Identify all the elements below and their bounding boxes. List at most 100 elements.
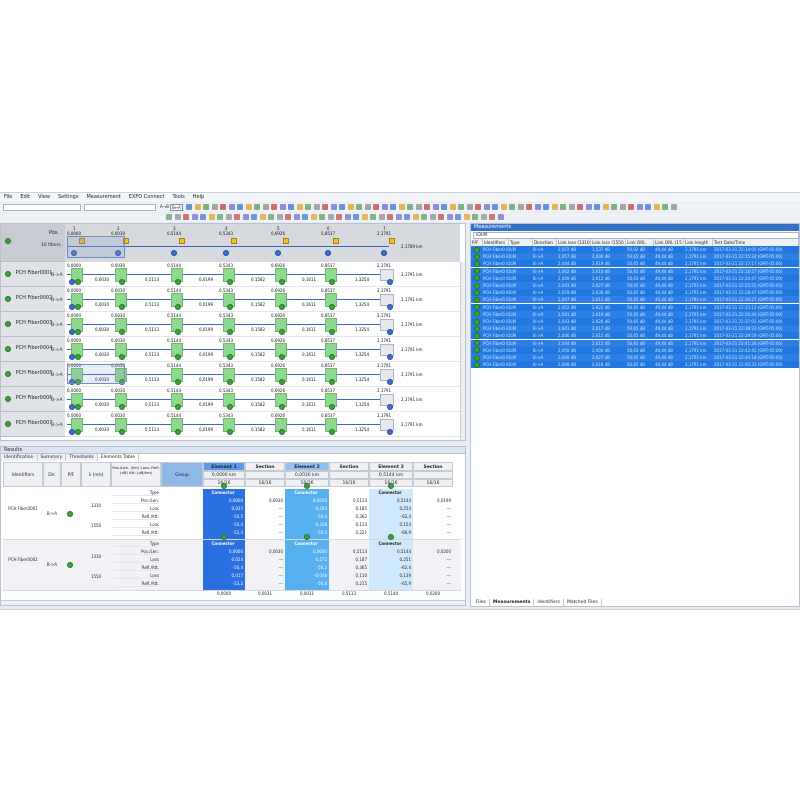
toolbar-icon[interactable] xyxy=(407,204,413,210)
toolbar-icon[interactable] xyxy=(356,204,362,210)
menu-item[interactable]: View xyxy=(34,193,54,202)
menu-item[interactable]: Tools xyxy=(168,193,188,202)
toolbar-icon[interactable] xyxy=(577,204,583,210)
toolbar-icon[interactable] xyxy=(211,204,218,210)
element-column-header[interactable]: Element 1 xyxy=(203,462,245,471)
measurements-bottom-tab[interactable]: Matched Files xyxy=(564,599,602,606)
toolbar-icon[interactable] xyxy=(628,204,634,210)
toolbar-icon[interactable] xyxy=(438,214,444,220)
toolbar-icon[interactable] xyxy=(319,214,325,220)
toolbar-icon[interactable] xyxy=(398,204,405,210)
measurement-column-header[interactable]: Type xyxy=(509,239,533,246)
measurement-column-header[interactable]: Link loss (1310 xyxy=(557,239,591,246)
toolbar-icon[interactable] xyxy=(302,214,308,220)
results-tab[interactable]: Identification xyxy=(1,454,38,461)
toolbar-icon[interactable] xyxy=(458,204,464,210)
menu-item[interactable]: Edit xyxy=(16,193,34,202)
menu-item[interactable]: Measurement xyxy=(82,193,124,202)
toolbar-icon[interactable] xyxy=(259,214,266,220)
toolbar-icon[interactable] xyxy=(415,204,422,210)
measurement-row[interactable]: PCH Fiber0 iOLM B->A 2,072 dB 1,537 dB 50,02… xyxy=(471,246,799,253)
toolbar-icon[interactable] xyxy=(611,204,617,210)
toolbar-icon[interactable] xyxy=(194,204,201,210)
toolbar-icon[interactable] xyxy=(446,214,453,220)
element-column-header[interactable]: Section xyxy=(413,462,453,471)
toolbar-icon[interactable] xyxy=(339,204,345,210)
toolbar-icon[interactable] xyxy=(310,214,317,220)
toolbar-icon[interactable] xyxy=(594,204,600,210)
measurement-row[interactable]: PCH Fiber0 iOLM B->A 2,049 dB 2,618 dB 50,65… xyxy=(471,361,799,369)
toolbar-icon[interactable] xyxy=(191,214,198,220)
toolbar-icon[interactable] xyxy=(404,214,410,220)
toolbar-icon[interactable] xyxy=(551,204,558,210)
element-column-header[interactable]: Section xyxy=(245,462,285,471)
toolbar-icon[interactable] xyxy=(602,204,609,210)
toolbar-icon[interactable] xyxy=(480,214,487,220)
combo-box-2[interactable] xyxy=(84,204,156,211)
menu-item[interactable]: File xyxy=(0,193,16,202)
toolbar-icon[interactable] xyxy=(186,204,192,210)
toolbar-icon[interactable] xyxy=(183,214,189,220)
measurement-column-header[interactable]: Link length xyxy=(684,239,713,246)
fiber-row-header[interactable]: PCH Fiber0002 B->A xyxy=(1,287,65,312)
element-column-header[interactable]: Element 3 xyxy=(369,462,413,471)
toolbar-icon[interactable] xyxy=(279,204,286,210)
toolbar-icon[interactable] xyxy=(390,204,396,210)
toolbar-icon[interactable] xyxy=(237,204,243,210)
results-horizontal-scrollbar[interactable] xyxy=(1,600,465,605)
toolbar-icon[interactable] xyxy=(421,214,427,220)
toolbar-icon[interactable] xyxy=(245,204,252,210)
menu-item[interactable]: EXFO Connect xyxy=(125,193,169,202)
toolbar-icon[interactable] xyxy=(378,214,385,220)
measurement-column-header[interactable]: Link loss (1550 xyxy=(591,239,626,246)
toolbar-icon[interactable] xyxy=(441,204,447,210)
toolbar-icon[interactable] xyxy=(361,214,368,220)
toolbar-icon[interactable] xyxy=(200,214,206,220)
toolbar-icon[interactable] xyxy=(432,204,439,210)
measurement-row[interactable]: PCH Fiber0 iOLM B->A 2,029 dB 2,630 dB 50,65… xyxy=(471,289,799,297)
toolbar-icon[interactable] xyxy=(517,204,524,210)
fiber-row-header[interactable]: PCH Fiber0007 B->A xyxy=(1,412,65,437)
toolbar-icon[interactable] xyxy=(166,214,172,220)
toolbar-icon[interactable] xyxy=(489,214,495,220)
toolbar-icon[interactable] xyxy=(585,204,592,210)
toolbar-icon[interactable] xyxy=(336,214,342,220)
toolbar-icon[interactable] xyxy=(208,214,215,220)
toolbar-icon[interactable] xyxy=(662,204,668,210)
toolbar-icon[interactable] xyxy=(653,204,660,210)
toolbar-icon[interactable] xyxy=(296,204,303,210)
toolbar-icon[interactable] xyxy=(285,214,291,220)
measurement-column-header[interactable]: Test Date/Time xyxy=(713,239,799,246)
toolbar-icon[interactable] xyxy=(262,204,269,210)
measurement-row[interactable]: PCH Fiber0 iOLM B->A 2,049 dB 2,612 dB 50,65… xyxy=(471,274,799,282)
fiber-row-header[interactable]: PCH Fiber0006 B->A xyxy=(1,387,65,412)
fiber-row-header[interactable]: PCH Fiber0004 B->A xyxy=(1,337,65,362)
dir-toggle-ab[interactable]: A→B xyxy=(160,204,169,209)
measurement-column-header[interactable]: Identifiers xyxy=(483,239,509,246)
dir-toggle-ba[interactable]: B↔A xyxy=(170,204,183,211)
toolbar-icon[interactable] xyxy=(322,204,328,210)
toolbar-icon[interactable] xyxy=(353,214,359,220)
measurement-row[interactable]: PCH Fiber0 iOLM B->A 2,062 dB 2,610 dB 50,65… xyxy=(471,267,799,275)
measurement-column-header[interactable]: P/F xyxy=(471,239,483,246)
measurement-row[interactable]: PCH Fiber0 iOLM B->A 2,040 dB 2,627 dB 50,65… xyxy=(471,354,799,361)
toolbar-icon[interactable] xyxy=(364,204,371,210)
measurement-row[interactable]: PCH Fiber0 iOLM B->A 2,043 dB 2,627 dB 50,65… xyxy=(471,282,799,289)
menu-item[interactable]: Help xyxy=(189,193,208,202)
measurement-row[interactable]: PCH Fiber0 iOLM B->A 2,044 dB 2,619 dB 50,65… xyxy=(471,260,799,268)
results-tab[interactable]: Thresholds xyxy=(66,454,98,461)
toolbar-icon[interactable] xyxy=(220,204,226,210)
selection-box[interactable] xyxy=(67,364,125,384)
toolbar-icon[interactable] xyxy=(293,214,300,220)
combo-box-1[interactable] xyxy=(3,204,81,211)
toolbar-icon[interactable] xyxy=(568,204,575,210)
toolbar-icon[interactable] xyxy=(483,204,490,210)
measurement-column-header[interactable]: Link ORL (13 xyxy=(626,239,654,252)
toolbar-icon[interactable] xyxy=(327,214,334,220)
menu-item[interactable]: Settings xyxy=(54,193,83,202)
toolbar-icon[interactable] xyxy=(234,214,240,220)
toolbar-icon[interactable] xyxy=(313,204,320,210)
measurements-bottom-tab[interactable]: Identifiers xyxy=(534,599,564,606)
toolbar-icon[interactable] xyxy=(268,214,274,220)
measurement-row[interactable]: PCH Fiber0 iOLM B->A 2,047 dB 2,611 dB 50,65… xyxy=(471,296,799,304)
